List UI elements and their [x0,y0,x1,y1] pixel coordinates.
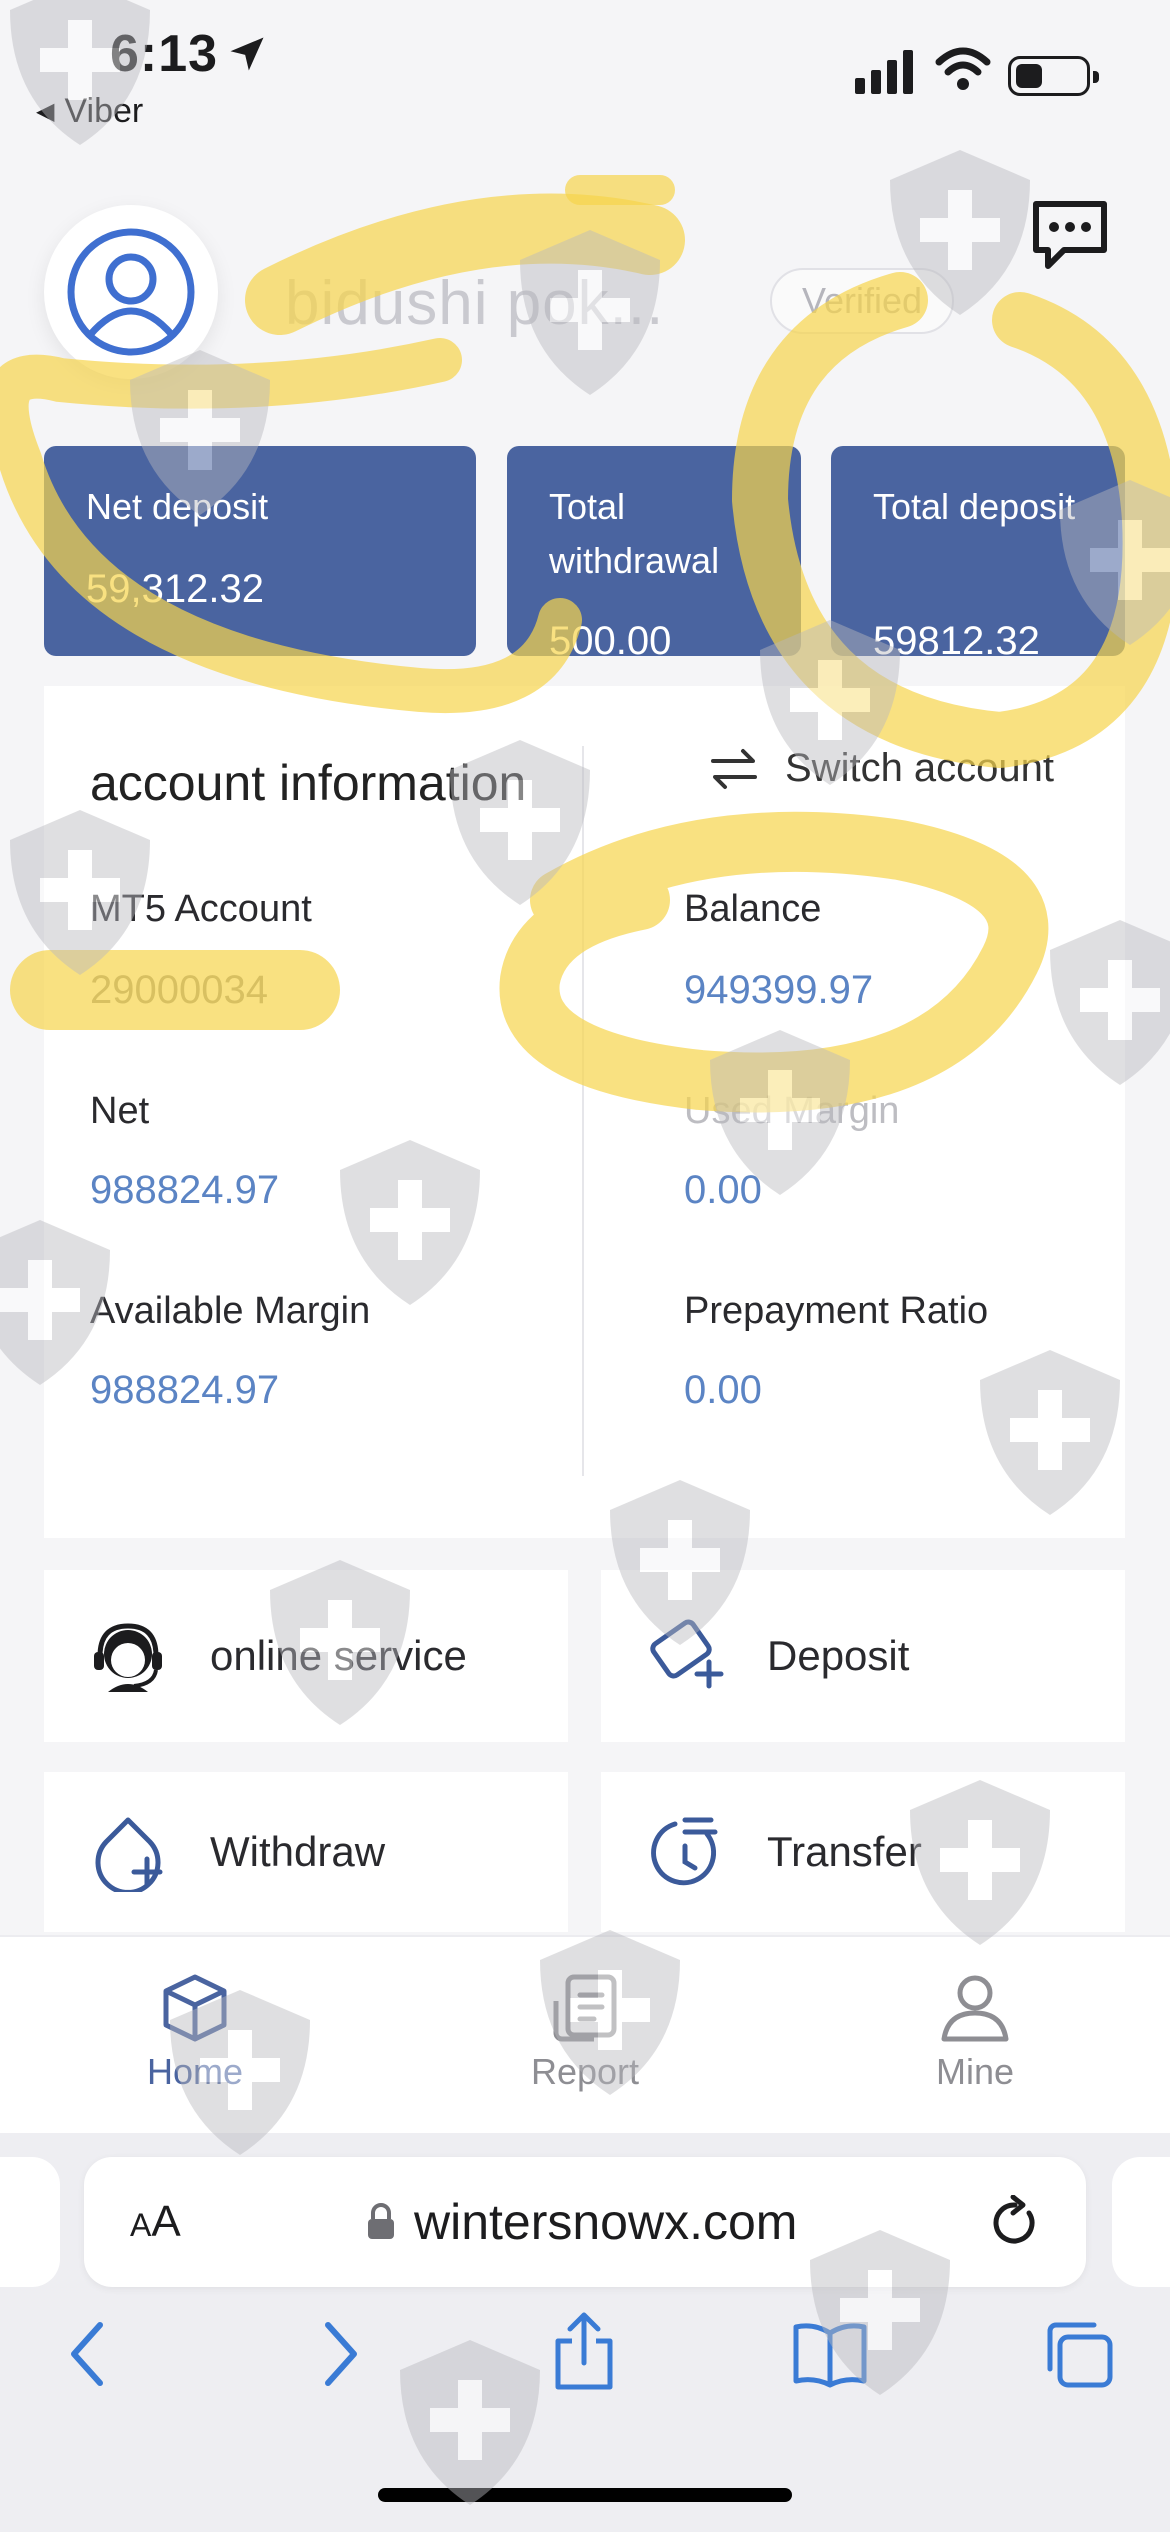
address-bar[interactable]: AA wintersnowx.com [84,2157,1086,2287]
back-to-app-link[interactable]: ◀ Viber [36,92,143,131]
reload-icon[interactable] [989,2195,1041,2251]
cellular-signal-icon [855,50,913,94]
swap-arrows-icon [711,748,757,789]
prepayment-ratio-value: 0.00 [684,1368,762,1412]
tab-report[interactable]: Report [485,1971,685,2093]
balance-value: 949399.97 [684,968,874,1012]
wifi-icon [935,47,991,90]
bookmarks-book-icon[interactable] [792,2319,868,2389]
online-service-button[interactable]: online service [44,1570,568,1742]
user-avatar-icon [67,228,195,356]
card-plus-icon [645,1616,725,1696]
location-arrow-icon [230,37,264,71]
online-service-label: online service [210,1632,467,1679]
stat-value: 59812.32 [873,619,1040,656]
used-margin-label: Used Margin [684,1090,900,1132]
browser-chrome: AA wintersnowx.com [0,2133,1170,2532]
deposit-label: Deposit [767,1632,910,1679]
switch-account-button[interactable]: Switch account [709,746,1054,791]
forward-chevron-icon[interactable] [318,2319,362,2389]
report-document-icon [553,1974,617,2042]
available-margin-label: Available Margin [90,1290,371,1332]
share-icon[interactable] [552,2311,616,2393]
column-divider [582,746,584,1476]
mt5-account-value: 29000034 [90,968,268,1012]
tab-home[interactable]: Home [95,1971,295,2093]
battery-icon [1008,56,1099,96]
available-margin-value: 988824.97 [90,1368,280,1412]
headset-agent-icon [88,1616,168,1696]
tabs-icon[interactable] [1042,2319,1116,2391]
withdraw-plus-icon [88,1812,168,1892]
avatar[interactable] [44,205,218,379]
stat-value: 500.00 [549,619,672,656]
withdraw-button[interactable]: Withdraw [44,1772,568,1932]
next-tab-peek[interactable] [1112,2157,1170,2287]
verified-badge: Verified [770,268,955,334]
balance-label: Balance [684,888,822,930]
section-title: account information [90,755,527,811]
total-withdrawal-card: Total withdrawal 500.00 [507,446,801,656]
tab-report-label: Report [530,2051,640,2092]
text-size-button[interactable]: AA [130,2197,181,2247]
url-text: wintersnowx.com [414,2194,798,2250]
tab-mine[interactable]: Mine [875,1971,1075,2093]
cube-icon [163,1974,227,2042]
back-triangle-icon: ◀ [36,98,55,125]
switch-account-label: Switch account [785,746,1055,790]
clock: 6:13 [110,25,219,83]
lock-icon [368,2203,394,2239]
mt5-account-label: MT5 Account [90,888,312,930]
net-value: 988824.97 [90,1168,280,1212]
previous-tab-peek[interactable] [0,2157,60,2287]
tab-mine-label: Mine [935,2051,1015,2092]
withdraw-label: Withdraw [210,1828,386,1875]
total-deposit-card: Total deposit 59812.32 [831,446,1125,656]
status-bar: 6:13 ◀ Viber [0,0,1170,140]
home-indicator [378,2488,792,2502]
stat-value: 59,312.32 [86,567,264,611]
used-margin-value: 0.00 [684,1168,762,1212]
back-chevron-icon[interactable] [66,2319,110,2389]
person-icon [941,1975,1009,2042]
transfer-label: Transfer [767,1828,922,1875]
chat-bubble-icon[interactable] [1030,198,1110,272]
net-label: Net [90,1090,150,1132]
bottom-tab-bar: Home Report Mine [0,1935,1170,2133]
net-deposit-card: Net deposit 59,312.32 [44,446,476,656]
account-information-card: account information Switch account MT5 A… [44,686,1125,1538]
stat-label: Total withdrawal [549,486,720,581]
transfer-button[interactable]: Transfer [601,1772,1125,1932]
transfer-cycle-icon [645,1812,725,1892]
stat-label: Total deposit [873,486,1076,527]
stat-label: Net deposit [86,486,269,527]
tab-home-label: Home [146,2051,244,2092]
deposit-button[interactable]: Deposit [601,1570,1125,1742]
username: bidushi pok... [285,269,665,338]
prepayment-ratio-label: Prepayment Ratio [684,1290,989,1332]
